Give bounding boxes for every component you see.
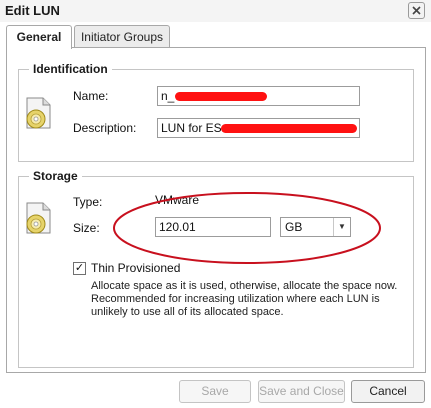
close-icon	[412, 6, 421, 15]
storage-legend: Storage	[33, 169, 78, 183]
tab-general[interactable]: General	[6, 25, 72, 49]
thin-provisioned-checkbox[interactable]: ✓	[73, 262, 86, 275]
tab-initiator-groups[interactable]: Initiator Groups	[74, 25, 170, 48]
close-button[interactable]	[408, 2, 425, 19]
type-value: VMware	[155, 193, 200, 207]
cancel-button[interactable]: Cancel	[351, 380, 425, 403]
size-field[interactable]: 120.01	[155, 217, 271, 237]
title-bar: Edit LUN	[0, 0, 431, 22]
type-label: Type:	[73, 195, 103, 209]
thin-description-line-3: unlikely to use all of its allocated spa…	[91, 306, 284, 318]
description-label: Description:	[73, 121, 137, 135]
identification-legend: Identification	[33, 62, 108, 76]
save-and-close-button[interactable]: Save and Close	[258, 380, 345, 403]
unit-select[interactable]: GB ▼	[280, 217, 351, 237]
disk-icon	[26, 97, 51, 129]
chevron-down-icon[interactable]: ▼	[333, 218, 350, 236]
check-icon: ✓	[74, 262, 85, 274]
save-button[interactable]: Save	[179, 380, 251, 403]
name-label: Name:	[73, 89, 109, 103]
thin-description-line-2: Recommended for increasing utilization w…	[91, 293, 380, 305]
thin-provisioned-label[interactable]: Thin Provisioned	[91, 261, 180, 275]
identification-group: Identification	[18, 62, 414, 162]
description-redaction	[221, 124, 357, 133]
tab-bar: General Initiator Groups	[0, 22, 431, 49]
disk-icon	[26, 202, 51, 234]
window-title: Edit LUN	[5, 3, 60, 18]
thin-description-line-1: Allocate space as it is used, otherwise,…	[91, 280, 398, 292]
general-panel: Identification Storage Name: n_ Descript…	[6, 47, 426, 373]
size-label: Size:	[73, 221, 100, 235]
name-redaction	[175, 92, 267, 101]
unit-select-value: GB	[285, 220, 303, 234]
